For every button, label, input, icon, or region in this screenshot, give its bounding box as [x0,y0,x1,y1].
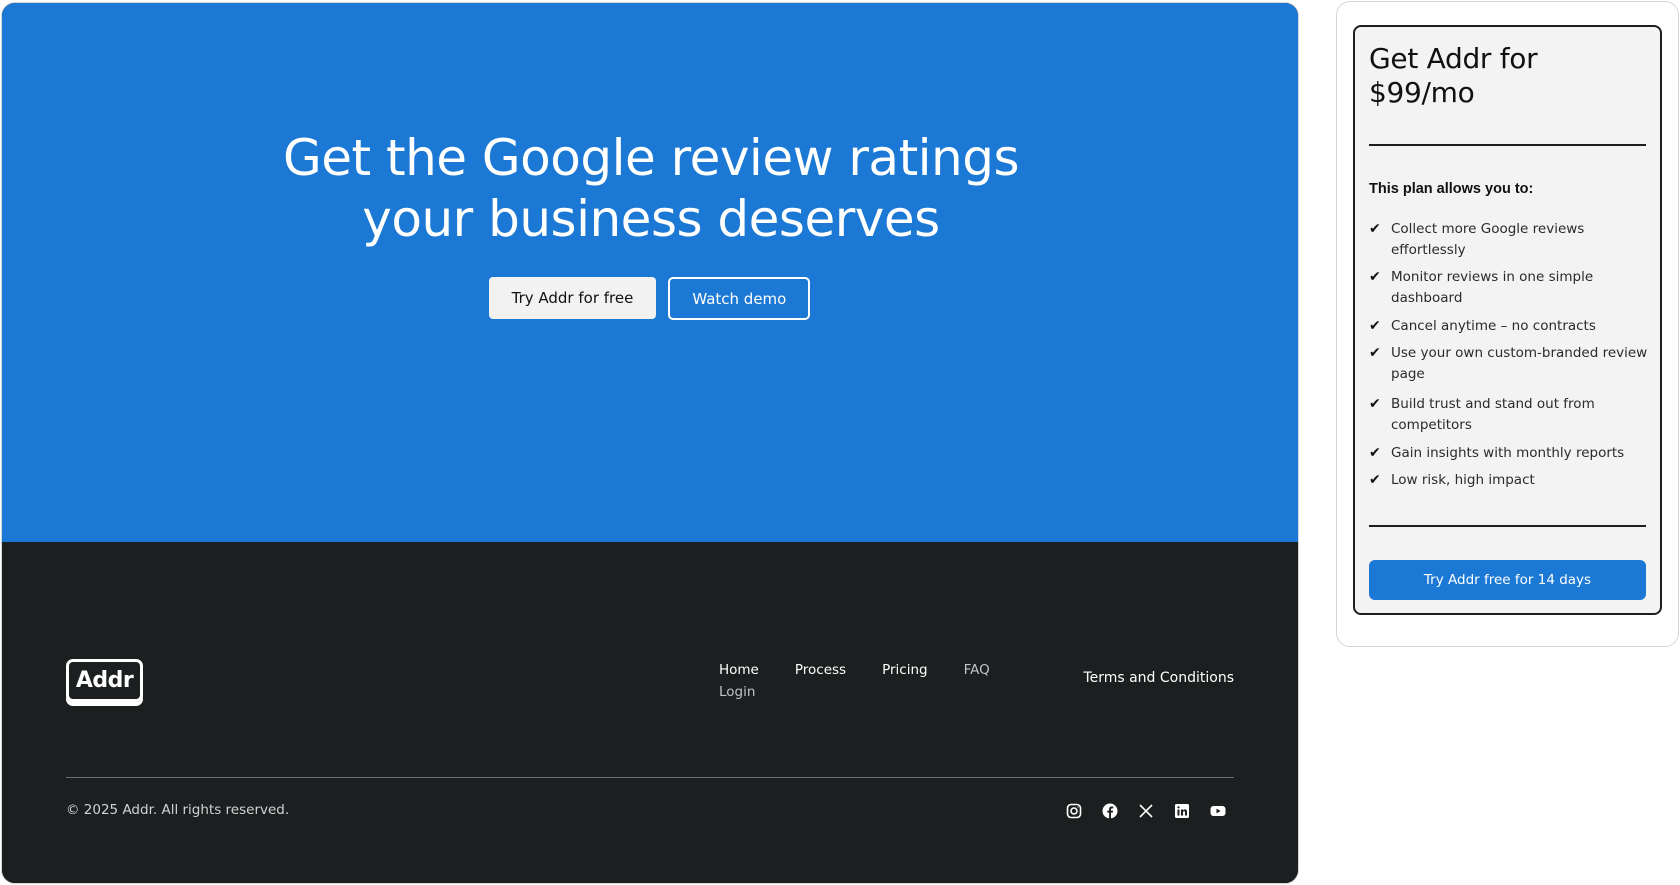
social-links [1066,803,1226,819]
linkedin-icon[interactable] [1174,803,1190,819]
feature-text: Collect more Google reviews effortlessly [1391,221,1585,258]
footer-divider [66,777,1234,778]
terms-link[interactable]: Terms and Conditions [1083,670,1234,686]
feature-item: ✔ Use your own custom-branded review pag… [1369,343,1649,385]
check-icon: ✔ [1369,317,1381,333]
feature-text: Gain insights with monthly reports [1391,445,1625,461]
check-icon: ✔ [1369,220,1381,236]
feature-item: ✔ Build trust and stand out from competi… [1369,394,1649,436]
hero-buttons: Try Addr for free Watch demo [2,277,1298,320]
facebook-icon[interactable] [1102,803,1118,819]
feature-text: Use your own custom-branded review page [1391,345,1648,382]
hero-title-line-1: Get the Google review ratings [282,129,1020,187]
footer-logo[interactable]: Addr [66,659,143,702]
pricing-card-frame: Get Addr for $99/mo This plan allows you… [1336,1,1679,647]
x-icon[interactable] [1138,803,1154,819]
check-icon: ✔ [1369,444,1381,460]
feature-text: Cancel anytime – no contracts [1391,318,1596,334]
feature-text: Build trust and stand out from competito… [1391,396,1595,433]
pricing-title-line-1: Get Addr for [1369,42,1538,75]
check-icon: ✔ [1369,471,1381,487]
check-icon: ✔ [1369,268,1381,284]
check-icon: ✔ [1369,395,1381,411]
feature-text: Low risk, high impact [1391,472,1535,488]
footer-link-login[interactable]: Login [719,684,755,700]
footer-nav: Home Process Pricing FAQ Login [719,659,1019,703]
site-footer: Addr Home Process Pricing FAQ Login Term… [2,542,1298,883]
feature-item: ✔ Low risk, high impact [1369,470,1649,491]
feature-text: Monitor reviews in one simple dashboard [1391,269,1594,306]
pricing-divider-top [1369,144,1646,146]
instagram-icon[interactable] [1066,803,1082,819]
footer-link-home[interactable]: Home [719,662,759,678]
pricing-divider-bottom [1369,525,1646,527]
feature-item: ✔ Collect more Google reviews effortless… [1369,219,1649,261]
pricing-price: $99/mo [1369,76,1475,109]
landing-page-frame: Get the Google review ratings your busin… [1,2,1299,884]
hero-section: Get the Google review ratings your busin… [2,3,1298,542]
watch-demo-button[interactable]: Watch demo [668,277,811,320]
try-free-button[interactable]: Try Addr for free [488,277,657,319]
pricing-card: Get Addr for $99/mo This plan allows you… [1353,25,1662,615]
copyright-text: © 2025 Addr. All rights reserved. [66,802,290,818]
youtube-icon[interactable] [1210,803,1226,819]
start-trial-button[interactable]: Try Addr free for 14 days [1369,560,1646,600]
hero-title-line-2: your business deserves [362,190,940,248]
feature-item: ✔ Gain insights with monthly reports [1369,443,1649,464]
check-icon: ✔ [1369,344,1381,360]
footer-nav-row-2: Login [719,681,1019,703]
hero-title: Get the Google review ratings your busin… [2,128,1298,250]
feature-item: ✔ Cancel anytime – no contracts [1369,316,1649,337]
pricing-title: Get Addr for $99/mo [1369,42,1639,110]
footer-link-faq[interactable]: FAQ [964,662,990,678]
feature-item: ✔ Monitor reviews in one simple dashboar… [1369,267,1649,309]
footer-nav-row-1: Home Process Pricing FAQ [719,659,1019,681]
footer-link-process[interactable]: Process [795,662,846,678]
footer-link-pricing[interactable]: Pricing [882,662,928,678]
plan-subtitle: This plan allows you to: [1369,181,1534,197]
